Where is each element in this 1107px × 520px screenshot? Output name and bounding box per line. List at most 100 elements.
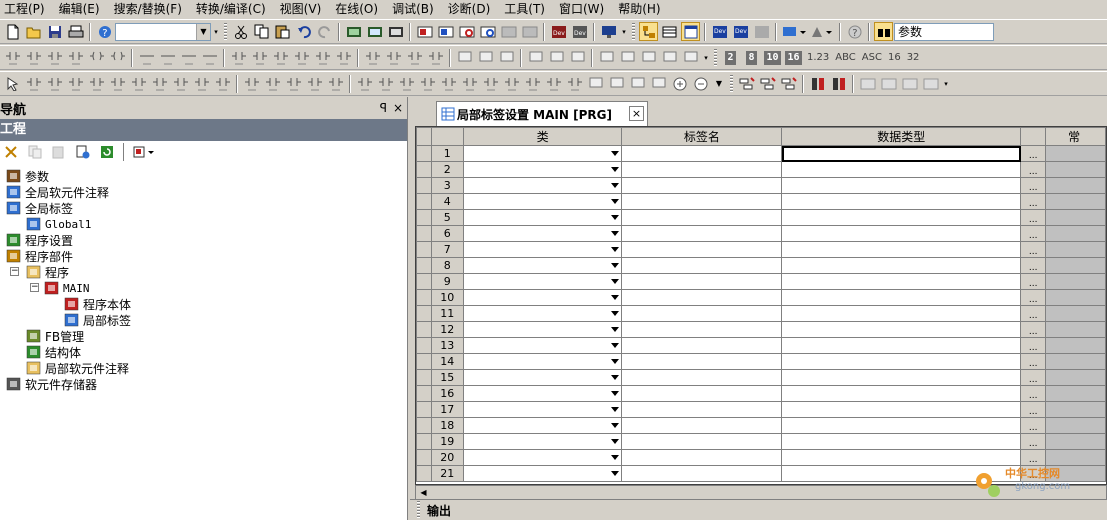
rising-edge-icon[interactable] [229, 48, 248, 67]
data-type-browse-button[interactable]: ... [1020, 225, 1047, 242]
data-type-browse-button[interactable]: ... [1020, 369, 1047, 386]
monitor-screen-icon[interactable] [599, 22, 618, 41]
constant-cell[interactable] [1045, 241, 1106, 258]
operation-edge-icon[interactable] [405, 48, 424, 67]
dev-list-icon[interactable]: Dev [710, 22, 729, 41]
constant-cell[interactable] [1045, 321, 1106, 338]
constant-cell[interactable] [1045, 385, 1106, 402]
input-block-icon[interactable] [129, 74, 148, 93]
data-type-browse-button[interactable]: ... [1020, 193, 1047, 210]
row-number[interactable]: 19 [430, 433, 464, 450]
search-keyword-combo[interactable]: 参数 [894, 22, 994, 41]
chevron-down-icon[interactable] [610, 228, 620, 239]
class-cell[interactable] [462, 369, 623, 386]
row-number[interactable]: 14 [430, 353, 464, 370]
row-number[interactable]: 5 [430, 209, 464, 226]
output-block-icon[interactable] [108, 74, 127, 93]
label-name-cell[interactable] [621, 161, 783, 178]
hline-icon[interactable] [137, 48, 156, 67]
ladder-block-icon[interactable] [45, 74, 64, 93]
data-type-browse-button[interactable]: ... [1020, 321, 1047, 338]
data-type-cell[interactable] [781, 257, 1022, 274]
tree-item[interactable]: 局部软元件注释 [26, 360, 129, 376]
label-name-cell[interactable] [621, 337, 783, 354]
tree-item[interactable]: MAIN [44, 280, 90, 296]
data-type-browse-button[interactable]: ... [1020, 177, 1047, 194]
chevron-down-icon[interactable] [610, 196, 620, 207]
comment-block-icon[interactable] [213, 74, 232, 93]
selective-branch-icon[interactable] [502, 74, 521, 93]
class-cell[interactable] [462, 337, 623, 354]
row-number[interactable]: 20 [430, 449, 464, 466]
tree-item[interactable]: 程序本体 [64, 296, 131, 312]
class-cell[interactable] [462, 209, 623, 226]
label-name-cell[interactable] [621, 177, 783, 194]
function-icon[interactable] [108, 48, 127, 67]
new-item-icon[interactable] [1, 143, 20, 162]
constant-cell[interactable] [1045, 337, 1106, 354]
toolbar-overflow-icon[interactable]: ▾ [212, 22, 220, 41]
class-cell[interactable] [462, 465, 623, 482]
row-number[interactable]: 4 [430, 193, 464, 210]
constant-cell[interactable] [1045, 369, 1106, 386]
properties-icon[interactable] [73, 143, 92, 162]
undo-icon[interactable] [294, 22, 313, 41]
copy-block-icon[interactable] [900, 74, 919, 93]
menu-item[interactable]: 视图(V) [274, 0, 330, 19]
tree-item[interactable]: FB管理 [26, 328, 84, 344]
tree-item[interactable]: 全局标签 [6, 200, 73, 216]
class-cell[interactable] [462, 177, 623, 194]
gear-sym-icon[interactable] [397, 74, 416, 93]
display-format-button[interactable]: 16 [888, 52, 901, 63]
label-name-cell[interactable] [621, 289, 783, 306]
class-cell[interactable] [462, 401, 623, 418]
chevron-down-icon[interactable] [610, 436, 620, 447]
invert-icon[interactable] [313, 48, 332, 67]
navigation-toggle-icon[interactable] [639, 22, 658, 41]
return-block-icon[interactable] [171, 74, 190, 93]
find-contact-icon[interactable] [386, 22, 405, 41]
data-type-cell[interactable] [781, 385, 1022, 402]
class-cell[interactable] [462, 305, 623, 322]
chevron-down-icon[interactable] [610, 276, 620, 287]
data-type-browse-button[interactable]: ... [1020, 353, 1047, 370]
radix-16-button[interactable]: 16 [784, 48, 803, 67]
pulse-icon[interactable] [334, 48, 353, 67]
parallel-nc-icon[interactable] [66, 48, 85, 67]
toolbar-empty-dropdown[interactable]: ▼ [115, 22, 211, 41]
help-circle-icon[interactable]: ? [845, 22, 864, 41]
class-cell[interactable] [462, 257, 623, 274]
tab-local-label-setting[interactable]: 局部标签设置 MAIN [PRG] × [436, 101, 648, 126]
row-number[interactable]: 10 [430, 289, 464, 306]
data-type-browse-button[interactable]: ... [1020, 385, 1047, 402]
chevron-down-icon[interactable] [610, 452, 620, 463]
sfc-step-icon[interactable] [242, 74, 261, 93]
parallel-branch-icon[interactable] [460, 74, 479, 93]
data-type-cell[interactable] [781, 417, 1022, 434]
chevron-down-icon[interactable] [610, 388, 620, 399]
row-number[interactable]: 3 [430, 177, 464, 194]
device-comment-icon[interactable] [526, 48, 545, 67]
operation-up-icon[interactable] [363, 48, 382, 67]
var-in-icon[interactable] [418, 74, 437, 93]
watch-register-icon[interactable] [639, 48, 658, 67]
data-type-browse-button[interactable]: ... [1020, 289, 1047, 306]
data-type-browse-button[interactable]: ... [1020, 241, 1047, 258]
parallel-merge-icon[interactable] [481, 74, 500, 93]
data-type-cell[interactable] [781, 161, 1022, 178]
chevron-down-icon[interactable] [610, 404, 620, 415]
label-name-cell[interactable] [621, 433, 783, 450]
scroll-left-icon[interactable]: ◀ [417, 487, 430, 499]
menu-item[interactable]: 窗口(W) [553, 0, 612, 19]
contact-nc-icon[interactable] [24, 48, 43, 67]
label-name-cell[interactable] [621, 193, 783, 210]
person-icon[interactable] [586, 74, 605, 93]
tree-item[interactable]: 局部标签 [64, 312, 131, 328]
menu-item[interactable]: 工具(T) [498, 0, 553, 19]
paste-icon[interactable] [273, 22, 292, 41]
diamond-icon[interactable] [376, 74, 395, 93]
constant-cell[interactable] [1045, 449, 1106, 466]
constant-cell[interactable] [1045, 353, 1106, 370]
data-type-cell[interactable] [781, 241, 1022, 258]
shape-icon[interactable] [607, 74, 626, 93]
